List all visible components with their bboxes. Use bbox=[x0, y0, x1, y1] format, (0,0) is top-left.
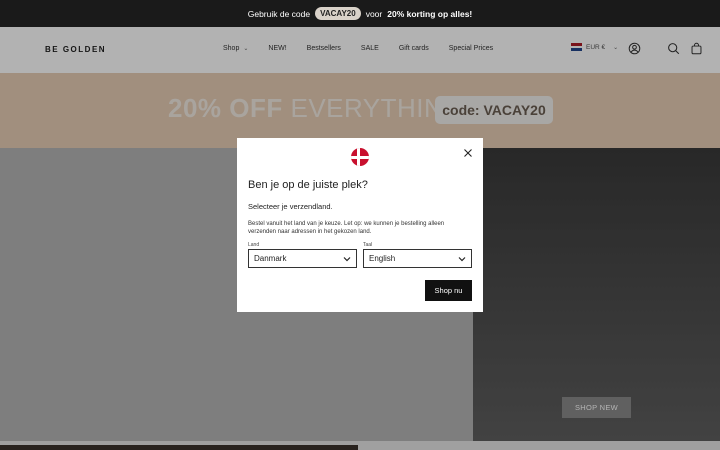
announcement-offer: 20% korting op alles! bbox=[387, 8, 473, 19]
denmark-flag-icon bbox=[351, 148, 369, 166]
language-select[interactable]: English bbox=[363, 249, 472, 268]
modal-title: Ben je op de juiste plek? bbox=[248, 179, 368, 191]
modal-description: Bestel vanuit het land van je keuze. Let… bbox=[248, 221, 445, 235]
announcement-middle: voor bbox=[365, 8, 383, 19]
country-value: Danmark bbox=[254, 254, 287, 263]
discount-code-badge: VACAY20 bbox=[315, 7, 361, 20]
announcement-bar: Gebruik de code VACAY20 voor 20% korting… bbox=[0, 0, 720, 27]
language-value: English bbox=[369, 254, 396, 263]
close-icon[interactable] bbox=[464, 149, 472, 157]
country-select[interactable]: Danmark bbox=[248, 249, 357, 268]
chevron-down-icon bbox=[458, 257, 466, 262]
country-selector-modal: Ben je op de juiste plek? Selecteer je v… bbox=[237, 138, 483, 312]
modal-subtitle: Selecteer je verzendland. bbox=[248, 202, 333, 211]
shop-now-button[interactable]: Shop nu bbox=[425, 280, 472, 301]
chevron-down-icon bbox=[343, 257, 351, 262]
announcement-prefix: Gebruik de code bbox=[247, 8, 311, 19]
language-label: Taal bbox=[363, 242, 373, 248]
country-label: Land bbox=[248, 242, 260, 248]
